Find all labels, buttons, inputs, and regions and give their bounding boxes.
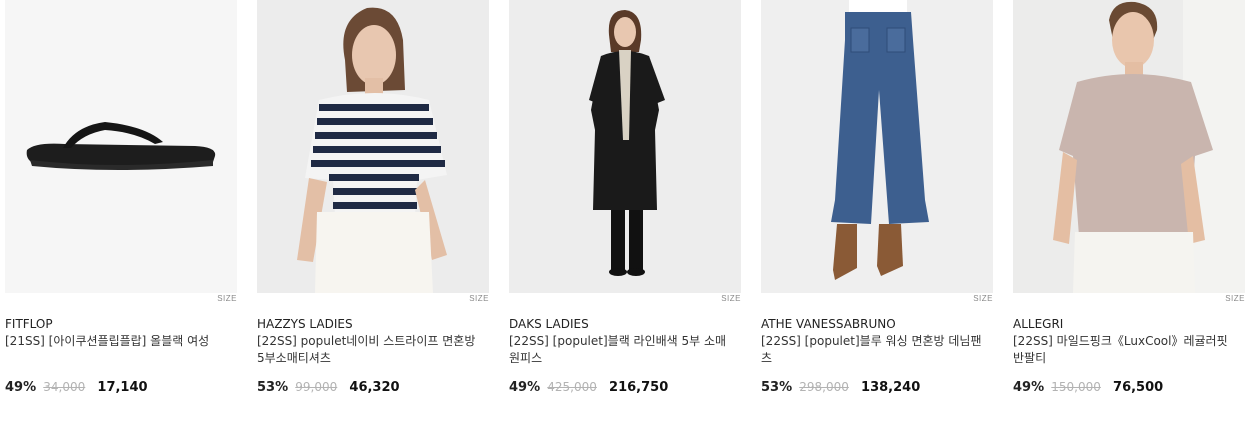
product-brand: HAZZYS LADIES — [257, 317, 353, 331]
sale-price: 76,500 — [1113, 380, 1164, 395]
product-price: 53% 99,000 46,320 — [257, 380, 400, 395]
original-price: 150,000 — [1051, 380, 1101, 394]
sale-price: 46,320 — [349, 380, 400, 395]
sandal-image — [5, 0, 237, 293]
product-name[interactable]: [21SS] [아이쿠션플립플랍] 올블랙 여성 — [5, 333, 230, 350]
product-brand: FITFLOP — [5, 317, 53, 331]
sale-price: 17,140 — [97, 380, 148, 395]
product-card[interactable]: SIZE ALLEGRI [22SS] 마일드핑크《LuxCool》레귤러핏 반… — [1013, 0, 1245, 395]
striped-tee-image — [257, 0, 489, 293]
product-name[interactable]: [22SS] [populet]블랙 라인배색 5부 소매원피스 — [509, 333, 734, 367]
size-tag[interactable]: SIZE — [721, 294, 741, 303]
product-image-fitflop[interactable] — [5, 0, 237, 293]
denim-pants-image — [761, 0, 993, 293]
product-name[interactable]: [22SS] 마일드핑크《LuxCool》레귤러핏 반팔티 — [1013, 333, 1238, 367]
size-tag[interactable]: SIZE — [1225, 294, 1245, 303]
black-dress-image — [509, 0, 741, 293]
discount-rate: 49% — [1013, 380, 1045, 395]
product-image-hazzys[interactable] — [257, 0, 489, 293]
size-tag[interactable]: SIZE — [217, 294, 237, 303]
sale-price: 216,750 — [609, 380, 669, 395]
original-price: 99,000 — [295, 380, 338, 394]
sale-price: 138,240 — [861, 380, 921, 395]
product-card[interactable]: SIZE FITFLOP [21SS] [아이쿠션플립플랍] 올블랙 여성 49… — [5, 0, 237, 395]
product-brand: DAKS LADIES — [509, 317, 589, 331]
product-price: 53% 298,000 138,240 — [761, 380, 920, 395]
discount-rate: 53% — [761, 380, 793, 395]
size-tag[interactable]: SIZE — [973, 294, 993, 303]
product-price: 49% 150,000 76,500 — [1013, 380, 1163, 395]
discount-rate: 53% — [257, 380, 289, 395]
original-price: 425,000 — [547, 380, 597, 394]
product-grid: SIZE FITFLOP [21SS] [아이쿠션플립플랍] 올블랙 여성 49… — [0, 0, 1247, 424]
product-image-athe[interactable] — [761, 0, 993, 293]
product-card[interactable]: SIZE DAKS LADIES [22SS] [populet]블랙 라인배색… — [509, 0, 741, 395]
product-card[interactable]: SIZE ATHE VANESSABRUNO [22SS] [populet]블… — [761, 0, 993, 395]
product-name[interactable]: [22SS] populet네이비 스트라이프 면혼방 5부소매티셔츠 — [257, 333, 482, 367]
original-price: 298,000 — [799, 380, 849, 394]
product-card[interactable]: SIZE HAZZYS LADIES [22SS] populet네이비 스트라… — [257, 0, 489, 395]
product-price: 49% 34,000 17,140 — [5, 380, 148, 395]
product-brand: ATHE VANESSABRUNO — [761, 317, 896, 331]
product-brand: ALLEGRI — [1013, 317, 1064, 331]
size-tag[interactable]: SIZE — [469, 294, 489, 303]
product-price: 49% 425,000 216,750 — [509, 380, 668, 395]
product-image-daks[interactable] — [509, 0, 741, 293]
discount-rate: 49% — [5, 380, 37, 395]
discount-rate: 49% — [509, 380, 541, 395]
product-image-allegri[interactable] — [1013, 0, 1245, 293]
original-price: 34,000 — [43, 380, 86, 394]
product-name[interactable]: [22SS] [populet]블루 워싱 면혼방 데님팬츠 — [761, 333, 986, 367]
pink-tee-image — [1013, 0, 1245, 293]
